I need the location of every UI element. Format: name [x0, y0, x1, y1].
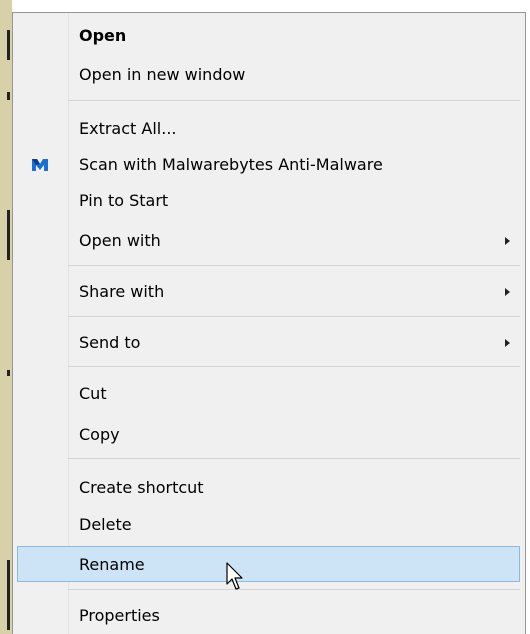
background-mark — [7, 370, 10, 376]
menu-item-label: Share with — [79, 282, 165, 301]
menu-item-properties[interactable]: Properties — [17, 598, 520, 634]
malwarebytes-icon — [32, 159, 48, 171]
menu-separator — [68, 100, 520, 101]
menu-item-label: Scan with Malwarebytes Anti-Malware — [79, 155, 383, 174]
menu-item-create-shortcut[interactable]: Create shortcut — [17, 470, 520, 506]
menu-item-label: Delete — [79, 515, 132, 534]
menu-item-cut[interactable]: Cut — [17, 376, 520, 412]
submenu-arrow-icon — [505, 288, 510, 296]
menu-item-label: Copy — [79, 425, 120, 444]
menu-separator — [68, 265, 520, 266]
menu-item-label: Open in new window — [79, 65, 246, 84]
menu-item-share-with[interactable]: Share with — [17, 274, 520, 310]
menu-item-copy[interactable]: Copy — [17, 417, 520, 453]
menu-item-pin-to-start[interactable]: Pin to Start — [17, 183, 520, 219]
menu-item-label: Rename — [79, 555, 145, 574]
menu-item-open-in-new-window[interactable]: Open in new window — [17, 57, 520, 93]
menu-item-label: Pin to Start — [79, 191, 169, 210]
menu-separator — [68, 366, 520, 367]
menu-item-extract-all[interactable]: Extract All... — [17, 111, 520, 147]
menu-separator — [68, 589, 520, 590]
menu-item-open-with[interactable]: Open with — [17, 223, 520, 259]
background-mark — [7, 92, 10, 100]
menu-item-label: Create shortcut — [79, 478, 204, 497]
menu-item-label: Open — [79, 26, 127, 45]
menu-separator — [68, 458, 520, 459]
menu-item-scan-malwarebytes[interactable]: Scan with Malwarebytes Anti-Malware — [17, 147, 520, 183]
background-mark — [7, 210, 10, 260]
menu-item-open[interactable]: Open — [17, 18, 520, 54]
background-mark — [7, 30, 10, 60]
menu-item-label: Send to — [79, 333, 141, 352]
submenu-arrow-icon — [505, 237, 510, 245]
menu-separator — [68, 316, 520, 317]
context-menu: Open Open in new window Extract All... S… — [12, 12, 526, 634]
mouse-pointer-icon — [226, 562, 243, 590]
background-mark — [7, 560, 10, 630]
menu-item-label: Open with — [79, 231, 161, 250]
menu-item-label: Extract All... — [79, 119, 177, 138]
desktop-background-strip — [0, 0, 12, 634]
menu-item-rename[interactable]: Rename — [17, 546, 520, 582]
menu-item-send-to[interactable]: Send to — [17, 325, 520, 361]
menu-item-delete[interactable]: Delete — [17, 507, 520, 543]
menu-item-label: Properties — [79, 606, 160, 625]
menu-item-label: Cut — [79, 384, 107, 403]
submenu-arrow-icon — [505, 339, 510, 347]
